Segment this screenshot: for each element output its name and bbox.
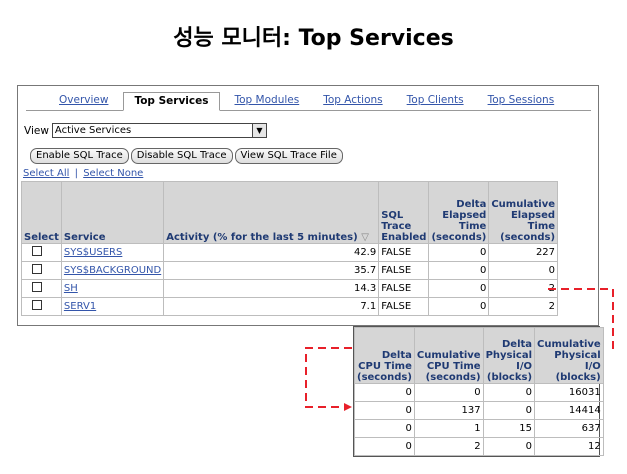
sql-trace-value: FALSE <box>378 243 430 262</box>
delta-cpu-value: 0 <box>354 383 415 402</box>
cumulative-cpu-value: 137 <box>413 401 484 420</box>
cumulative-cpu-value: 1 <box>413 419 484 438</box>
services-table: Select Service Activity (% for the last … <box>21 181 559 316</box>
col-select: Select <box>21 181 62 244</box>
tab-top-modules[interactable]: Top Modules <box>226 92 309 110</box>
table-row: 0 0 0 16031 <box>354 383 604 402</box>
view-label: View <box>24 124 49 137</box>
delta-cpu-value: 0 <box>354 437 415 456</box>
row-checkbox-cell <box>21 261 62 280</box>
tab-overview[interactable]: Overview <box>50 92 117 110</box>
cpu-io-table-callout: Delta CPU Time (seconds) Cumulative CPU … <box>353 326 604 457</box>
cpu-io-table: Delta CPU Time (seconds) Cumulative CPU … <box>354 327 604 456</box>
table-row: 0 1 15 637 <box>354 419 604 438</box>
row-checkbox[interactable] <box>32 300 42 310</box>
row-checkbox-cell <box>21 279 62 298</box>
activity-value: 14.3 <box>163 279 380 298</box>
cumulative-elapsed-value: 0 <box>488 261 559 280</box>
tab-top-services[interactable]: Top Services <box>123 92 220 111</box>
activity-value: 35.7 <box>163 261 380 280</box>
arrow-right-icon <box>344 403 352 411</box>
service-link[interactable]: SYS$USERS <box>60 243 165 262</box>
cumulative-cpu-value: 2 <box>413 437 484 456</box>
sql-trace-value: FALSE <box>378 261 430 280</box>
chevron-down-icon[interactable]: ▼ <box>251 124 266 137</box>
cumulative-io-value: 14414 <box>534 401 604 420</box>
row-checkbox[interactable] <box>32 246 42 256</box>
slide-title: 성능 모니터: Top Services <box>173 26 454 51</box>
service-link[interactable]: SERV1 <box>60 297 165 316</box>
cumulative-elapsed-value: 2 <box>488 279 559 298</box>
delta-io-value: 0 <box>482 383 536 402</box>
delta-elapsed-value: 0 <box>428 297 490 316</box>
table-row: SERV1 7.1 FALSE 0 2 <box>21 297 559 316</box>
tab-top-sessions[interactable]: Top Sessions <box>479 92 564 110</box>
row-checkbox[interactable] <box>32 282 42 292</box>
col-cumulative-cpu[interactable]: Cumulative CPU Time (seconds) <box>413 327 484 384</box>
col-delta-io[interactable]: Delta Physical I/O (blocks) <box>482 327 536 384</box>
selection-links: Select All | Select None <box>23 168 143 179</box>
service-link[interactable]: SYS$BACKGROUND <box>60 261 165 280</box>
view-select[interactable]: Active Services ▼ <box>51 123 267 138</box>
tab-top-actions[interactable]: Top Actions <box>314 92 391 110</box>
top-services-panel: Overview Top Services Top Modules Top Ac… <box>17 85 599 326</box>
table-row: SH 14.3 FALSE 0 2 <box>21 279 559 298</box>
cumulative-elapsed-value: 227 <box>488 243 559 262</box>
delta-elapsed-value: 0 <box>428 261 490 280</box>
sort-descending-icon[interactable]: ▽ <box>361 232 369 243</box>
row-checkbox[interactable] <box>32 264 42 274</box>
activity-value: 42.9 <box>163 243 380 262</box>
col-activity[interactable]: Activity (% for the last 5 minutes) ▽ <box>163 181 380 244</box>
row-checkbox-cell <box>21 243 62 262</box>
col-service[interactable]: Service <box>60 181 165 244</box>
col-delta-elapsed[interactable]: Delta Elapsed Time (seconds) <box>428 181 490 244</box>
table-row: 0 137 0 14414 <box>354 401 604 420</box>
row-checkbox-cell <box>21 297 62 316</box>
col-cumulative-io[interactable]: Cumulative Physical I/O (blocks) <box>534 327 604 384</box>
service-link[interactable]: SH <box>60 279 165 298</box>
link-separator: | <box>74 168 78 179</box>
delta-io-value: 0 <box>482 401 536 420</box>
delta-elapsed-value: 0 <box>428 243 490 262</box>
activity-value: 7.1 <box>163 297 380 316</box>
tab-top-clients[interactable]: Top Clients <box>398 92 473 110</box>
view-sql-trace-file-button[interactable]: View SQL Trace File <box>234 148 343 164</box>
delta-io-value: 0 <box>482 437 536 456</box>
select-all-link[interactable]: Select All <box>23 168 69 179</box>
table-row: SYS$USERS 42.9 FALSE 0 227 <box>21 243 559 262</box>
col-activity-label: Activity (% for the last 5 minutes) <box>166 232 358 243</box>
callout-line-left <box>305 347 352 408</box>
enable-sql-trace-button[interactable]: Enable SQL Trace <box>30 148 129 164</box>
view-row: View Active Services ▼ <box>24 123 267 138</box>
trace-button-row: Enable SQL Trace Disable SQL Trace View … <box>30 148 345 164</box>
disable-sql-trace-button[interactable]: Disable SQL Trace <box>130 148 233 164</box>
select-none-link[interactable]: Select None <box>83 168 143 179</box>
delta-cpu-value: 0 <box>354 419 415 438</box>
sql-trace-value: FALSE <box>378 279 430 298</box>
delta-cpu-value: 0 <box>354 401 415 420</box>
cumulative-io-value: 16031 <box>534 383 604 402</box>
table-row: SYS$BACKGROUND 35.7 FALSE 0 0 <box>21 261 559 280</box>
view-select-value: Active Services <box>54 125 132 136</box>
cumulative-io-value: 12 <box>534 437 604 456</box>
table-row: 0 2 0 12 <box>354 437 604 456</box>
sql-trace-value: FALSE <box>378 297 430 316</box>
col-cumulative-elapsed[interactable]: Cumulative Elapsed Time (seconds) <box>488 181 559 244</box>
cumulative-elapsed-value: 2 <box>488 297 559 316</box>
col-delta-cpu[interactable]: Delta CPU Time (seconds) <box>354 327 415 384</box>
tab-bar: Overview Top Services Top Modules Top Ac… <box>26 92 591 111</box>
delta-elapsed-value: 0 <box>428 279 490 298</box>
cumulative-cpu-value: 0 <box>413 383 484 402</box>
cumulative-io-value: 637 <box>534 419 604 438</box>
delta-io-value: 15 <box>482 419 536 438</box>
col-sql-trace[interactable]: SQL Trace Enabled <box>378 181 430 244</box>
